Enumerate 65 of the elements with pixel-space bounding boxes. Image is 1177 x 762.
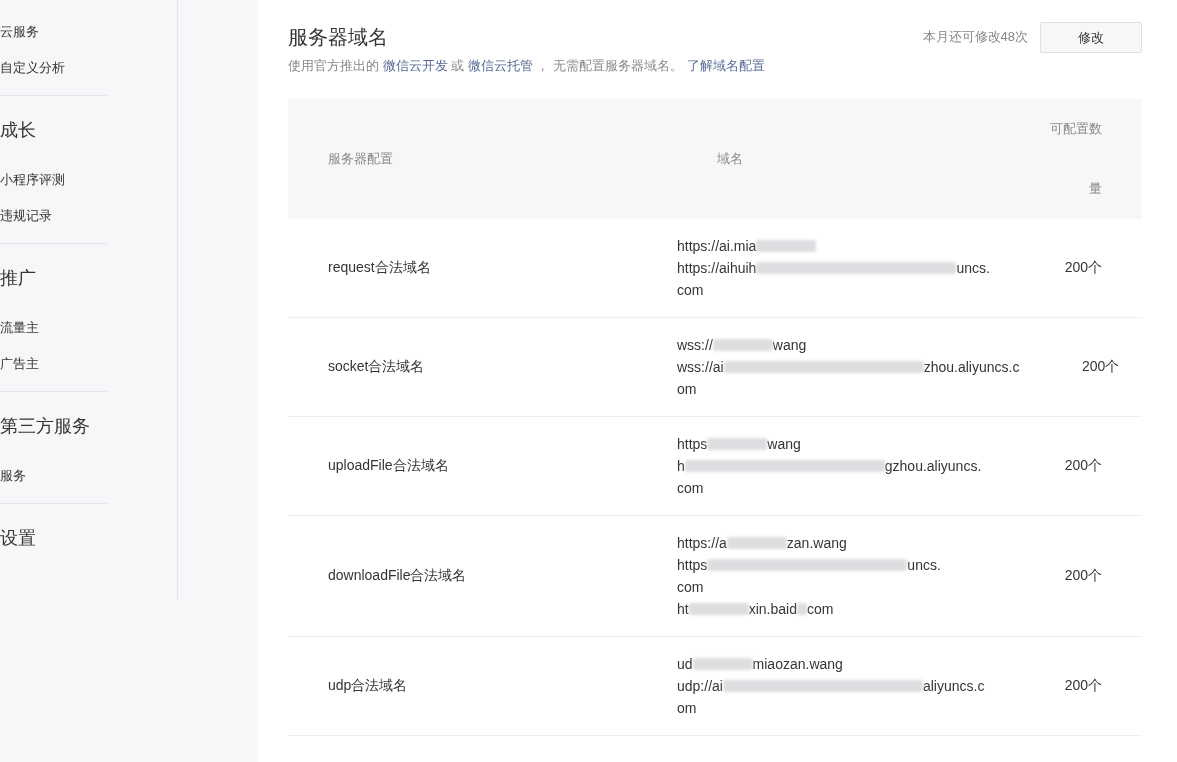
domain-text: https://aihuih	[677, 259, 757, 278]
redaction-blur	[688, 603, 749, 615]
redaction-blur	[796, 603, 807, 615]
domain-text: https	[677, 556, 708, 575]
domain-text: https://ai.mia	[677, 237, 757, 256]
table-cell: 200个	[1064, 457, 1102, 473]
link[interactable]: 微信云托管	[467, 58, 533, 73]
domain-text: uncs.	[956, 259, 990, 278]
table-cell: 200个	[1064, 677, 1102, 693]
table-cell: 200个	[1064, 567, 1102, 583]
domain-text: https://a	[677, 534, 727, 553]
column-header: 可配置数量	[1049, 120, 1102, 198]
domain-text: gzhou.aliyuncs.	[884, 457, 982, 476]
edit-button[interactable]: 修改	[1040, 22, 1142, 53]
domain-text: om	[677, 699, 697, 718]
column-header: 服务器配置	[328, 151, 393, 166]
redaction-blur	[726, 537, 787, 549]
quota-text: 本月还可修改48次	[922, 28, 1028, 46]
domain-text: miaozan.wang	[752, 655, 843, 674]
table-cell: downloadFile合法域名	[328, 567, 467, 583]
redaction-blur	[707, 438, 768, 450]
table-cell: udp合法域名	[328, 677, 408, 693]
redaction-blur	[756, 240, 817, 252]
domain-text: https	[677, 435, 708, 454]
link[interactable]: 微信云开发	[382, 58, 448, 73]
domain-text: uncs.	[907, 556, 941, 575]
domain-text: ht	[677, 600, 689, 619]
domain-text: wang	[772, 336, 807, 355]
section-title: 服务器域名	[288, 25, 388, 50]
sidebar-section-title: 设置	[0, 527, 37, 550]
link[interactable]: 了解域名配置	[686, 58, 765, 73]
sidebar-item[interactable]: 流量主	[0, 310, 107, 346]
redaction-blur	[712, 339, 773, 351]
sidebar-item[interactable]: 小程序评测	[0, 162, 107, 198]
domain-text: h	[677, 457, 685, 476]
sidebar-section-title: 第三方服务	[0, 415, 91, 438]
table-cell: uploadFile合法域名	[328, 457, 449, 473]
table-cell: request合法域名	[328, 259, 431, 275]
sidebar-item[interactable]: 自定义分析	[0, 50, 107, 86]
redaction-blur	[692, 658, 753, 670]
domain-text: zan.wang	[786, 534, 847, 553]
domain-text: com	[677, 281, 704, 300]
column-header: 域名	[717, 151, 743, 166]
domain-text: wss://ai	[677, 358, 724, 377]
domain-text: ud	[677, 655, 693, 674]
description: 使用官方推出的 微信云开发 或 微信云托管 ， 无需配置服务器域名。 了解域名配置	[288, 57, 766, 75]
domain-text: aliyuncs.c	[922, 677, 985, 696]
sidebar-item[interactable]: 服务	[0, 458, 107, 494]
domain-text: udp://ai	[677, 677, 723, 696]
sidebar-section-title: 推广	[0, 267, 37, 290]
domain-text: om	[677, 380, 697, 399]
domain-text: com	[677, 479, 704, 498]
domain-text: wss://	[677, 336, 713, 355]
domain-text: wang	[767, 435, 801, 454]
domain-text: com	[677, 578, 704, 597]
domain-text: zhou.aliyuncs.c	[923, 358, 1020, 377]
domain-text: xin.baid	[748, 600, 797, 619]
domain-text: com	[806, 600, 834, 619]
sidebar-section-title: 成长	[0, 119, 37, 142]
table-cell: 200个	[1064, 259, 1102, 275]
sidebar-item[interactable]: 云服务	[0, 14, 107, 50]
sidebar-item[interactable]: 广告主	[0, 346, 107, 382]
sidebar-item[interactable]: 违规记录	[0, 198, 107, 234]
table-cell: 200个	[1082, 358, 1120, 374]
table-cell: socket合法域名	[328, 358, 425, 374]
